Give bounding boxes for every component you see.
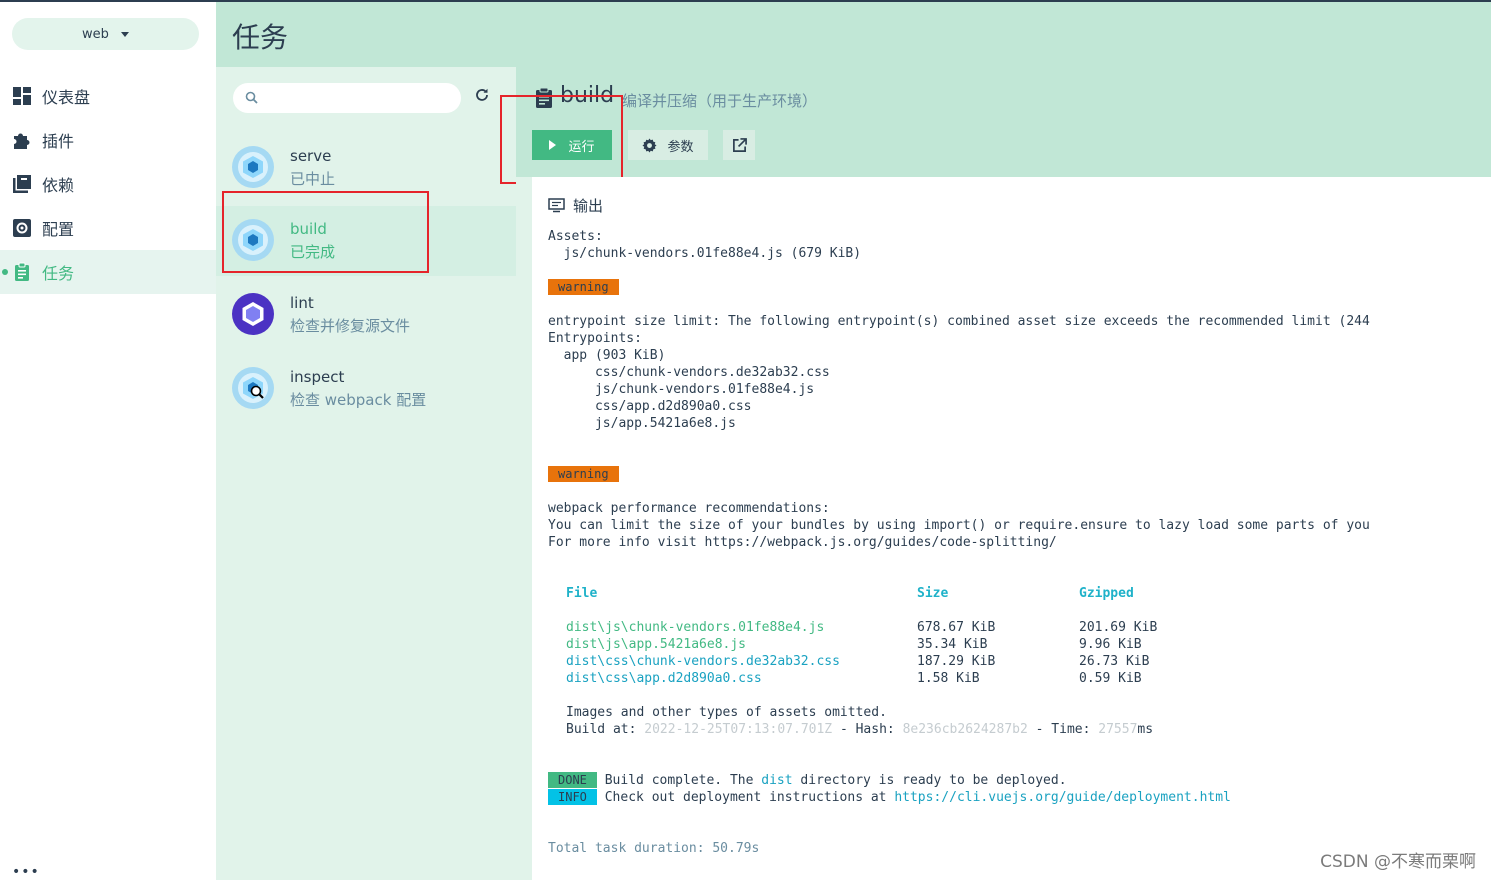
table-row-gzip: 0.59 KiB: [1079, 671, 1142, 686]
settings-icon: [11, 217, 33, 239]
open-external-button[interactable]: [723, 130, 755, 160]
page-title: 任务: [232, 21, 289, 54]
task-status: 检查并修复源文件: [290, 317, 411, 335]
nav-label: 依赖: [42, 176, 75, 195]
nav-item-dependencies[interactable]: 依赖: [0, 162, 216, 206]
table-row-gzip: 9.96 KiB: [1079, 637, 1142, 652]
clipboard-icon: [11, 261, 33, 283]
nav-label: 仪表盘: [42, 88, 91, 107]
log-done-line: DONE Build complete. The dist directory …: [548, 772, 1067, 789]
output-header: 输出: [548, 195, 603, 216]
log-warning-2: warning: [548, 466, 619, 483]
table-row-file: dist\css\app.d2d890a0.css: [566, 671, 762, 686]
task-status: 已中止: [290, 170, 336, 188]
left-nav: web 仪表盘 插件 依赖 配置 任务 •••: [0, 2, 216, 880]
done-text-dist: dist: [761, 773, 793, 788]
output-title: 输出: [573, 197, 604, 215]
log-warning-1: warning: [548, 279, 619, 296]
build-at-label: Build at:: [566, 722, 645, 737]
log-total-duration: Total task duration: 50.79s: [548, 841, 760, 856]
table-header-size: Size: [917, 586, 949, 601]
done-text-pre: Build complete. The: [604, 773, 762, 788]
log-performance: webpack performance recommendations: You…: [548, 501, 1370, 550]
dashboard-icon: [11, 85, 33, 107]
warning-badge: warning: [548, 466, 619, 482]
search-icon: [244, 90, 260, 110]
build-at-value: 2022-12-25T07:13:07.701Z: [644, 722, 833, 737]
time-label: - Time:: [1027, 722, 1099, 737]
output-panel: 输出 Assets: js/chunk-vendors.01fe88e4.js …: [516, 177, 1491, 880]
log-info-line: INFO Check out deployment instructions a…: [548, 789, 1231, 806]
hash-label: - Hash:: [832, 722, 903, 737]
task-item-inspect[interactable]: inspect 检查 webpack 配置: [216, 354, 516, 424]
nav-item-tasks[interactable]: 任务: [0, 250, 216, 294]
task-status: 检查 webpack 配置: [290, 391, 427, 409]
puzzle-icon: [11, 129, 33, 151]
more-icon[interactable]: •••: [12, 864, 40, 880]
table-row-size: 1.58 KiB: [917, 671, 980, 686]
table-row-size: 187.29 KiB: [917, 654, 996, 669]
log-omitted: Images and other types of assets omitted…: [566, 705, 887, 720]
parameters-button[interactable]: 参数: [628, 130, 708, 160]
watermark: CSDN @不寒而栗啊: [1320, 852, 1476, 872]
table-row-file: dist\js\app.5421a6e8.js: [566, 637, 747, 652]
highlight-box-build-task: [222, 191, 429, 273]
nav-item-config[interactable]: 配置: [0, 206, 216, 250]
table-row-file: dist\css\chunk-vendors.de32ab32.css: [566, 654, 840, 669]
library-icon: [11, 173, 33, 195]
task-name: lint: [290, 294, 314, 312]
webpack-icon: [232, 146, 274, 188]
refresh-icon[interactable]: [474, 87, 490, 107]
project-select[interactable]: web: [12, 18, 199, 50]
warning-badge: warning: [548, 279, 619, 295]
gear-icon: [642, 137, 658, 153]
nav-label: 配置: [42, 220, 75, 239]
log-entrypoints: entrypoint size limit: The following ent…: [548, 314, 1370, 431]
nav-label: 任务: [42, 264, 75, 283]
output-left-gutter: [516, 177, 532, 880]
open-in-new-icon: [732, 137, 747, 153]
active-indicator: [2, 269, 8, 275]
highlight-box-run-button: [500, 95, 623, 184]
table-header-gzipped: Gzipped: [1079, 586, 1134, 601]
hash-value: 8e236cb2624287b2: [902, 722, 1028, 737]
task-description: 编译并压缩（用于生产环境）: [622, 92, 818, 110]
table-header-file: File: [566, 586, 598, 601]
chevron-down-icon: [120, 31, 129, 37]
table-row-size: 678.67 KiB: [917, 620, 996, 635]
deployment-link[interactable]: https://cli.vuejs.org/guide/deployment.h…: [894, 790, 1231, 805]
table-row-file: dist\js\chunk-vendors.01fe88e4.js: [566, 620, 825, 635]
task-name: serve: [290, 147, 332, 165]
info-badge: INFO: [548, 789, 597, 805]
webpack-inspect-icon: [232, 367, 274, 409]
info-text-pre: Check out deployment instructions at: [604, 790, 895, 805]
done-text-post: directory is ready to be deployed.: [792, 773, 1067, 788]
terminal-icon: [548, 198, 565, 213]
time-unit: ms: [1137, 722, 1154, 737]
nav-item-plugins[interactable]: 插件: [0, 118, 216, 162]
task-item-lint[interactable]: lint 检查并修复源文件: [216, 280, 516, 350]
eslint-icon: [232, 293, 274, 335]
task-name: inspect: [290, 368, 345, 386]
table-row-gzip: 201.69 KiB: [1079, 620, 1158, 635]
page-header: 任务: [216, 2, 1491, 67]
search-input[interactable]: [233, 83, 461, 113]
task-detail-header: build 编译并压缩（用于生产环境） 运行 参数: [516, 67, 1491, 177]
log-build-info: Build at: 2022-12-25T07:13:07.701Z - Has…: [566, 721, 1153, 738]
table-row-size: 35.34 KiB: [917, 637, 988, 652]
task-list-pane: serve 已中止 build 已完成 lint 检查并修复源文件 inspec…: [216, 67, 516, 880]
project-name: web: [82, 26, 109, 42]
nav-label: 插件: [42, 132, 75, 151]
done-badge: DONE: [548, 772, 597, 788]
log-assets: Assets: js/chunk-vendors.01fe88e4.js (67…: [548, 229, 862, 261]
parameters-label: 参数: [667, 139, 694, 155]
table-row-gzip: 26.73 KiB: [1079, 654, 1150, 669]
nav-item-dashboard[interactable]: 仪表盘: [0, 74, 216, 118]
time-value: 27557: [1098, 722, 1138, 737]
